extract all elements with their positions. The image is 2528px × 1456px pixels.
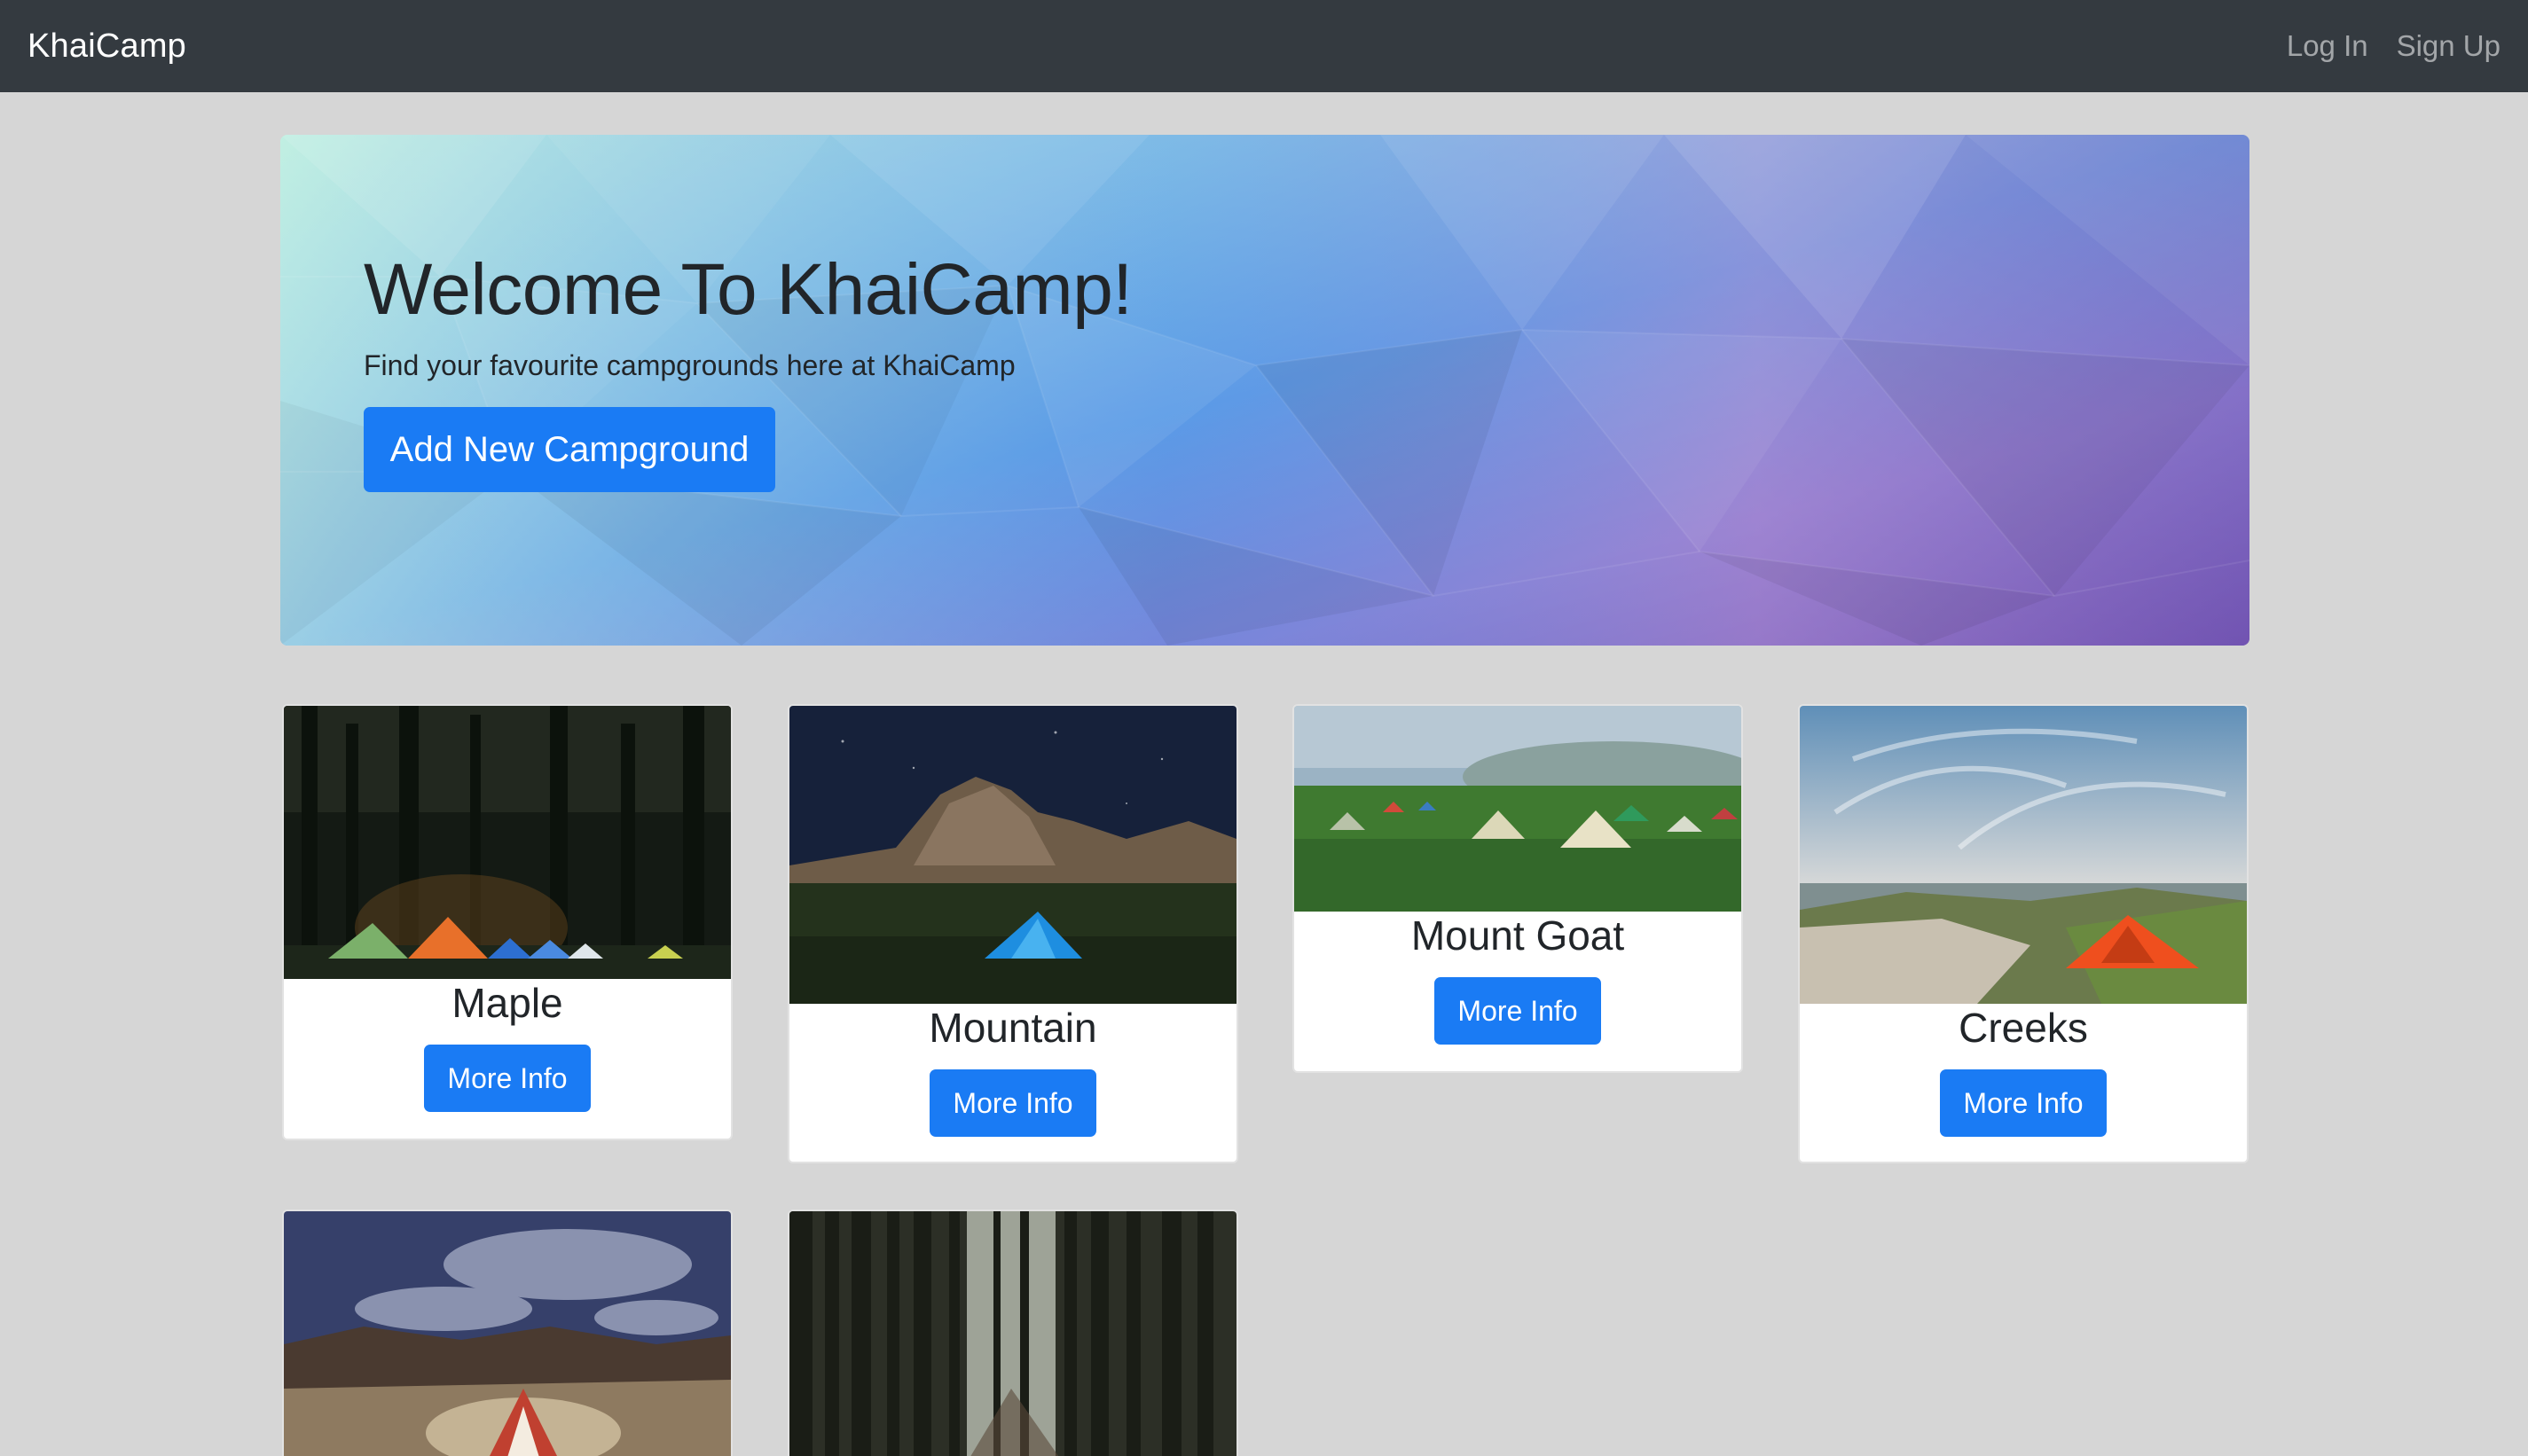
more-info-button[interactable]: More Info	[1434, 977, 1601, 1045]
campground-name: Mount Goat	[1410, 912, 1625, 959]
campground-image[interactable]	[284, 1211, 731, 1456]
campground-name: Mountain	[929, 1005, 1097, 1051]
jumbotron-content: Welcome To KhaiCamp! Find your favourite…	[364, 247, 1133, 493]
campground-image-mountain[interactable]	[789, 706, 1237, 1004]
campground-image-mount-goat[interactable]	[1294, 706, 1741, 912]
campground-image-maple[interactable]	[284, 706, 731, 979]
campground-card: Creeks More Info	[1798, 704, 2249, 1163]
page-subtitle: Find your favourite campgrounds here at …	[364, 349, 1016, 382]
navbar: KhaiCamp Log In Sign Up	[0, 0, 2528, 92]
campground-card: Maple More Info	[282, 704, 733, 1140]
campground-card	[282, 1209, 733, 1456]
brand-link[interactable]: KhaiCamp	[27, 27, 186, 66]
signup-link[interactable]: Sign Up	[2397, 29, 2501, 63]
campground-name: Maple	[451, 980, 563, 1026]
nav-right: Log In Sign Up	[2287, 29, 2501, 63]
add-campground-button[interactable]: Add New Campground	[364, 407, 775, 493]
more-info-button[interactable]: More Info	[424, 1045, 591, 1112]
more-info-button[interactable]: More Info	[1940, 1069, 2107, 1137]
campground-card: Mountain More Info	[788, 704, 1238, 1163]
jumbotron: Welcome To KhaiCamp! Find your favourite…	[280, 135, 2249, 646]
campground-name: Creeks	[1959, 1005, 2088, 1051]
login-link[interactable]: Log In	[2287, 29, 2368, 63]
campground-card	[788, 1209, 1238, 1456]
page-title: Welcome To KhaiCamp!	[364, 249, 1133, 330]
campground-card: Mount Goat More Info	[1292, 704, 1743, 1073]
campground-image-creeks[interactable]	[1800, 706, 2247, 1004]
campground-image[interactable]	[789, 1211, 1237, 1456]
more-info-button[interactable]: More Info	[930, 1069, 1096, 1137]
